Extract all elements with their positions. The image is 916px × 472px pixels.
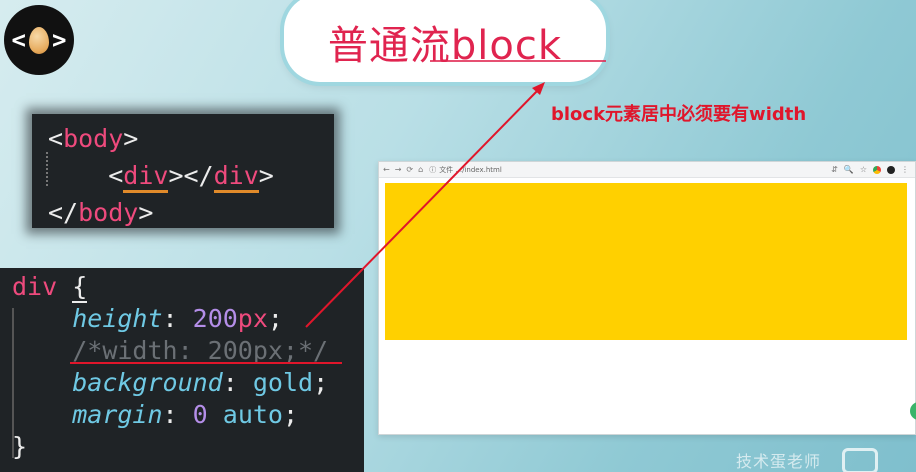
extension-icon[interactable] [873,165,881,174]
arrow-head [532,82,545,95]
reload-icon[interactable]: ⟳ [406,165,413,174]
side-widget-icon[interactable] [910,402,916,420]
css-decl-margin: margin: 0 auto; [72,400,299,429]
egg-logo-icon [29,26,49,54]
page-title: 普通流block [327,23,563,69]
browser-window: ← → ⟳ ⌂ ⓘ 文件 .../index.html ⇵ 🔍 ☆ ⋮ [378,161,916,435]
star-icon[interactable]: ☆ [860,165,867,174]
gold-div-box [385,183,907,340]
code-line-body-open: <body> [48,124,139,153]
right-angle-icon: > [52,26,67,54]
tv-icon [842,448,878,472]
browser-toolbar: ← → ⟳ ⌂ ⓘ 文件 .../index.html ⇵ 🔍 ☆ ⋮ [379,162,915,178]
toolbar-right-icons: ⇵ 🔍 ☆ ⋮ [831,165,915,174]
css-decl-height: height: 200px; [72,304,283,333]
comment-red-underline [70,362,342,364]
css-decl-background: background: gold; [72,368,329,397]
css-selector-line: div { [12,272,88,303]
nav-icons: ← → ⟳ ⌂ [383,165,423,174]
title-bubble: 普通流block [284,0,606,82]
html-code-panel: <body> <div></div> </body> [32,114,334,228]
css-close-line: } [12,432,28,461]
indent-guide [12,308,14,458]
translate-icon[interactable]: ⇵ [831,165,838,174]
zoom-icon[interactable]: 🔍 [844,165,854,174]
address-text: 文件 .../index.html [439,165,502,174]
menu-icon[interactable]: ⋮ [901,165,909,174]
code-line-div: <div></div> [32,157,334,194]
channel-logo: < > [4,5,74,75]
title-underline [430,60,606,62]
code-line-body-close: </body> [48,198,154,227]
home-icon[interactable]: ⌂ [418,165,423,174]
annotation-text: block元素居中必须要有width [551,104,807,125]
address-bar[interactable]: ⓘ 文件 .../index.html [429,165,502,175]
info-icon: ⓘ [429,165,437,174]
profile-avatar[interactable] [887,165,895,174]
css-code-panel: div { height: 200px; /*width: 200px;*/ b… [0,268,364,472]
left-angle-icon: < [11,26,26,54]
watermark-text: 技术蛋老师 [736,452,822,471]
back-icon[interactable]: ← [383,165,390,174]
forward-icon[interactable]: → [395,165,402,174]
